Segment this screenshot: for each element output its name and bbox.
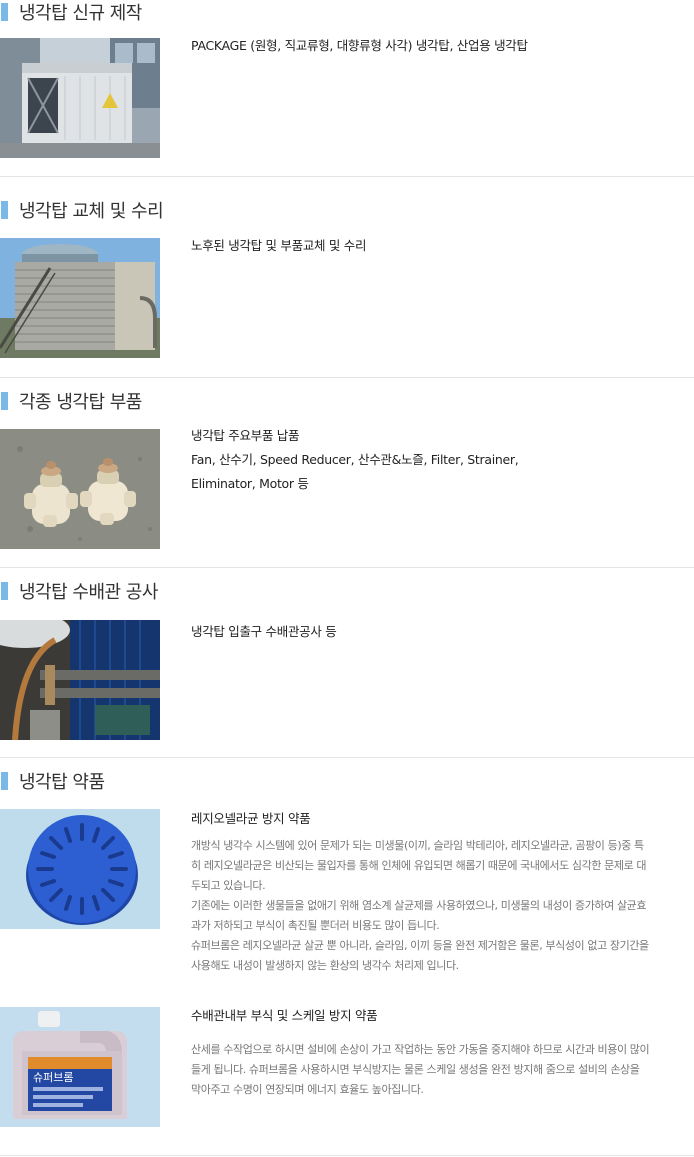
section-description: 냉각탑 주요부품 납품 Fan, 산수기, Speed Reducer, 산수관… — [191, 428, 519, 491]
section-title-piping: 냉각탑 수배관 공사 — [0, 579, 158, 603]
section-description: 냉각탑 입출구 수배관공사 등 — [191, 624, 337, 639]
anticorrosion-jug-photo: 슈퍼브롬 — [0, 1007, 160, 1127]
legionella-tablet-photo — [0, 809, 160, 929]
section-title-parts: 각종 냉각탑 부품 — [0, 389, 142, 413]
product-label-text: 슈퍼브롬 — [33, 1071, 73, 1084]
title-marker — [1, 201, 8, 219]
section-divider — [0, 176, 694, 177]
chemical-description: 개방식 냉각수 시스템에 있어 문제가 되는 미생물(이끼, 슬라임 박테리아,… — [191, 839, 649, 972]
section-divider — [0, 1155, 694, 1156]
section-divider — [0, 567, 694, 568]
chemical-heading: 수배관내부 부식 및 스케일 방지 약품 — [191, 1008, 378, 1023]
title-marker — [1, 582, 8, 600]
section-title-chemicals: 냉각탑 약품 — [0, 769, 105, 793]
cooling-tower-repair-photo — [0, 238, 160, 358]
chemical-heading: 레지오넬라균 방지 약품 — [191, 811, 311, 826]
title-marker — [1, 392, 8, 410]
piping-work-photo — [0, 620, 160, 740]
section-divider — [0, 377, 694, 378]
section-description: PACKAGE (원형, 직교류형, 대향류형 사각) 냉각탑, 산업용 냉각탑 — [191, 38, 528, 53]
section-divider — [0, 757, 694, 758]
chemical-description: 산세를 수작업으로 하시면 설비에 손상이 가고 작업하는 동안 가동을 중지해… — [191, 1043, 650, 1096]
section-description: 노후된 냉각탑 및 부품교체 및 수리 — [191, 238, 367, 253]
cooling-tower-parts-photo — [0, 429, 160, 549]
section-title-replacement-repair: 냉각탑 교체 및 수리 — [0, 198, 164, 222]
section-title-new-build: 냉각탑 신규 제작 — [0, 0, 142, 24]
title-marker — [1, 772, 8, 790]
title-marker — [1, 3, 8, 21]
cooling-tower-package-photo — [0, 38, 160, 158]
